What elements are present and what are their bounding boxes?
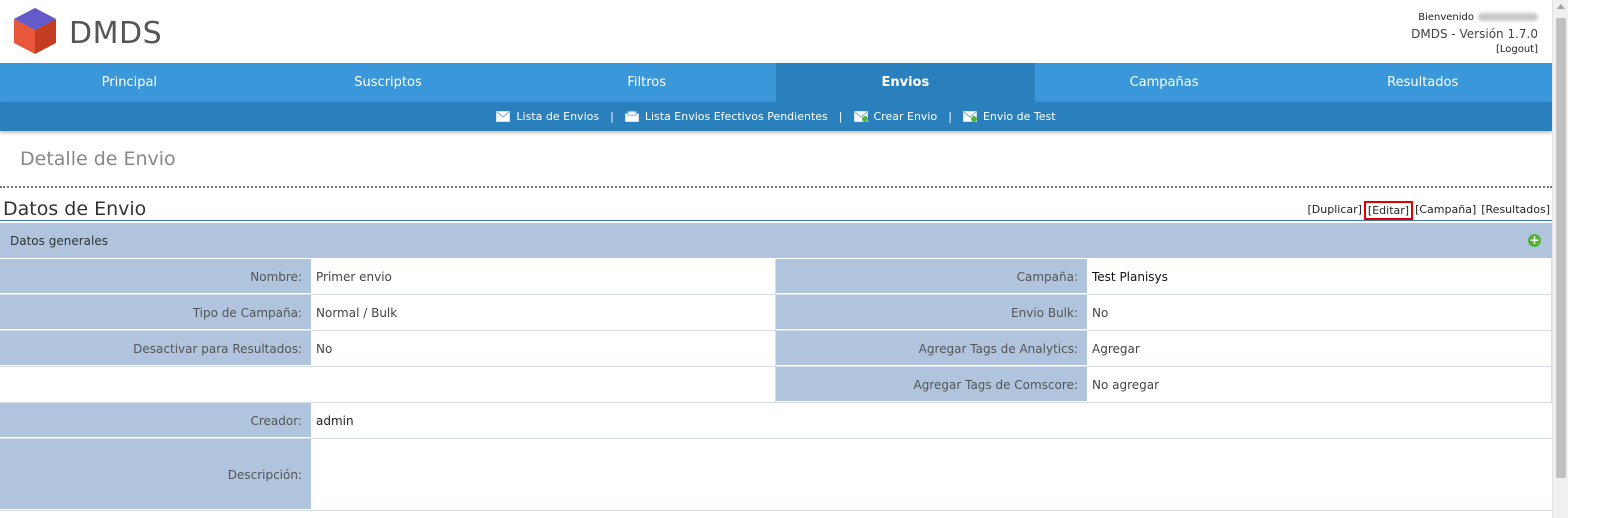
field-label: Campaña: bbox=[776, 259, 1087, 294]
field-label: Agregar Tags de Analytics: bbox=[776, 331, 1087, 366]
field-label: Envio Bulk: bbox=[776, 295, 1087, 330]
subnav-lista-envios[interactable]: Lista de Envios bbox=[496, 110, 599, 123]
subnav-label: Envio de Test bbox=[982, 110, 1056, 123]
field-label: Nombre: bbox=[0, 259, 311, 294]
welcome-text: Bienvenido bbox=[1418, 12, 1474, 23]
field-value: No bbox=[311, 331, 776, 366]
main-nav: Principal Suscriptos Filtros Envios Camp… bbox=[0, 63, 1552, 102]
add-icon[interactable]: + bbox=[1528, 234, 1541, 247]
subnav-label: Lista Envios Efectivos Pendientes bbox=[644, 110, 828, 123]
cube-logo-icon bbox=[14, 8, 56, 54]
blurred-username bbox=[1478, 12, 1538, 21]
table-row: Desactivar para Resultados: No Agregar T… bbox=[0, 331, 1552, 367]
field-value bbox=[311, 439, 1552, 510]
sub-nav: Lista de Envios | Lista Envios Efectivos… bbox=[0, 102, 1552, 131]
table-row: Agregar Tags de Comscore: No agregar bbox=[0, 367, 1552, 403]
field-label: Agregar Tags de Comscore: bbox=[776, 367, 1087, 402]
subnav-separator: | bbox=[948, 110, 952, 123]
table-row: Creador: admin bbox=[0, 403, 1552, 439]
subnav-separator: | bbox=[838, 110, 843, 123]
empty-cell bbox=[0, 367, 776, 402]
section-rule bbox=[0, 220, 1552, 221]
table-row: Tipo de Campaña: Normal / Bulk Envio Bul… bbox=[0, 295, 1552, 331]
user-box: Bienvenido DMDS - Versión 1.7.0 [Logout] bbox=[1411, 8, 1538, 58]
dmds-logo[interactable]: DMDS bbox=[12, 6, 172, 58]
subnav-envio-test[interactable]: Envio de Test bbox=[962, 110, 1056, 123]
envelope-check-icon bbox=[962, 111, 977, 122]
scroll-up-icon[interactable] bbox=[1557, 4, 1565, 9]
subnav-crear-envio[interactable]: Crear Envio bbox=[853, 110, 938, 123]
tab-suscriptos[interactable]: Suscriptos bbox=[259, 63, 518, 102]
field-value: Agregar bbox=[1087, 331, 1552, 366]
scrollbar-track[interactable] bbox=[1552, 0, 1568, 518]
scrollbar[interactable] bbox=[1552, 0, 1599, 518]
duplicar-link[interactable]: [Duplicar] bbox=[1306, 203, 1362, 218]
subnav-lista-pendientes[interactable]: Lista Envios Efectivos Pendientes bbox=[624, 110, 828, 123]
grid-header-title: Datos generales bbox=[10, 234, 108, 248]
version-text: DMDS - Versión 1.7.0 bbox=[1411, 27, 1538, 41]
page-title: Detalle de Envio bbox=[20, 148, 176, 170]
tab-campanas[interactable]: Campañas bbox=[1035, 63, 1294, 102]
table-row: Descripción: bbox=[0, 439, 1552, 511]
field-label: Creador: bbox=[0, 403, 311, 438]
subnav-separator: | bbox=[610, 110, 614, 123]
table-row: Nombre: Primer envio Campaña: Test Plani… bbox=[0, 259, 1552, 295]
field-value: No agregar bbox=[1087, 367, 1552, 402]
inbox-icon bbox=[624, 111, 639, 122]
tab-resultados[interactable]: Resultados bbox=[1293, 63, 1552, 102]
datos-generales-grid: Datos generales + Nombre: Primer envio C… bbox=[0, 223, 1552, 511]
scrollbar-thumb[interactable] bbox=[1556, 18, 1566, 478]
field-value: Test Planisys bbox=[1087, 259, 1552, 294]
subnav-label: Lista de Envios bbox=[516, 110, 600, 123]
envelope-add-icon bbox=[853, 111, 868, 122]
field-label: Desactivar para Resultados: bbox=[0, 331, 311, 366]
grid-header: Datos generales + bbox=[0, 223, 1552, 259]
editar-link[interactable]: [Editar] bbox=[1363, 201, 1414, 220]
logout-link[interactable]: [Logout] bbox=[1411, 42, 1538, 58]
tab-envios[interactable]: Envios bbox=[776, 63, 1035, 102]
field-label: Tipo de Campaña: bbox=[0, 295, 311, 330]
window-edge bbox=[1568, 0, 1599, 518]
field-value: Normal / Bulk bbox=[311, 295, 776, 330]
dotted-divider bbox=[0, 186, 1552, 188]
header: DMDS Bienvenido DMDS - Versión 1.7.0 [Lo… bbox=[0, 0, 1552, 63]
field-value: Primer envio bbox=[311, 259, 776, 294]
section-actions: [Duplicar] [Editar] [Campaña] [Resultado… bbox=[1306, 201, 1551, 220]
section-title: Datos de Envio bbox=[3, 198, 147, 220]
campana-link[interactable]: [Campaña] bbox=[1414, 203, 1477, 218]
resultados-link[interactable]: [Resultados] bbox=[1480, 203, 1551, 218]
subnav-label: Crear Envio bbox=[873, 110, 938, 123]
field-value: admin bbox=[311, 403, 1552, 438]
tab-filtros[interactable]: Filtros bbox=[517, 63, 776, 102]
field-label: Descripción: bbox=[0, 439, 311, 510]
envelope-icon bbox=[496, 111, 511, 122]
brand-name: DMDS bbox=[69, 16, 163, 51]
field-value: No bbox=[1087, 295, 1552, 330]
tab-principal[interactable]: Principal bbox=[0, 63, 259, 102]
